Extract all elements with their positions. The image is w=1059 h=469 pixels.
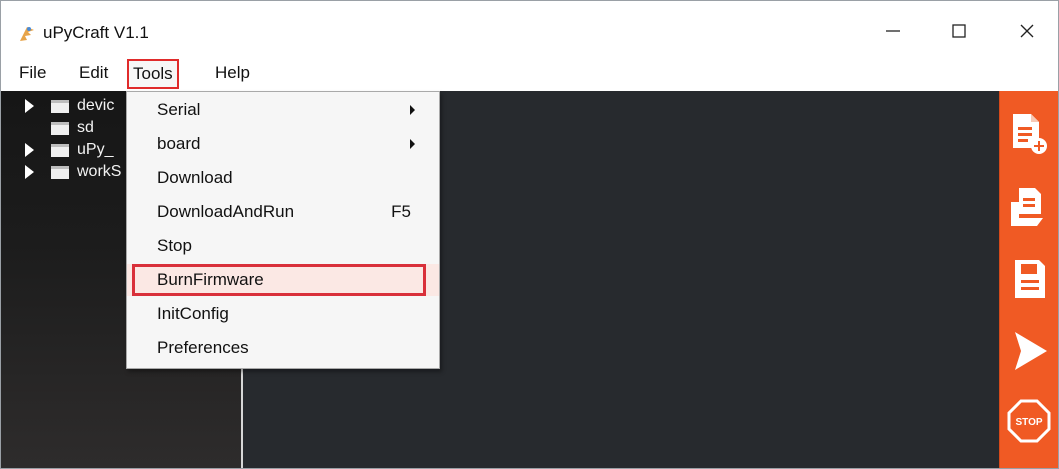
shortcut-label: F5 xyxy=(391,202,411,221)
open-file-button[interactable] xyxy=(1002,179,1056,235)
menu-edit[interactable]: Edit xyxy=(75,61,112,85)
expand-arrow-icon[interactable] xyxy=(25,143,34,157)
save-icon xyxy=(1015,260,1045,298)
menu-file[interactable]: File xyxy=(15,61,50,85)
menu-item-burn-firmware[interactable]: BurnFirmware xyxy=(127,264,439,296)
close-icon xyxy=(1020,24,1034,38)
menu-item-label: BurnFirmware xyxy=(157,270,264,289)
menu-item-label: Stop xyxy=(157,236,192,255)
folder-icon xyxy=(51,144,69,157)
menu-tools[interactable]: Tools xyxy=(127,59,179,89)
menu-item-label: InitConfig xyxy=(157,304,229,323)
tools-dropdown-menu: Serial board Download DownloadAndRun F5 … xyxy=(126,91,440,369)
menu-item-label: Preferences xyxy=(157,338,249,357)
stop-button[interactable]: STOP xyxy=(1002,395,1056,451)
menu-item-stop[interactable]: Stop xyxy=(127,230,439,262)
folder-icon xyxy=(51,100,69,113)
menu-item-download[interactable]: Download xyxy=(127,162,439,194)
folder-icon xyxy=(51,166,69,179)
tree-item-label: uPy_ xyxy=(77,141,114,158)
menu-item-label: DownloadAndRun xyxy=(157,202,295,221)
menu-bar: File Edit Tools Help xyxy=(1,55,1058,91)
menu-item-label: Serial xyxy=(157,100,201,119)
upycraft-logo-icon xyxy=(20,27,34,41)
menu-help[interactable]: Help xyxy=(211,61,254,85)
expand-arrow-icon[interactable] xyxy=(25,165,34,179)
menu-item-init-config[interactable]: InitConfig xyxy=(127,298,439,330)
expand-arrow-icon[interactable] xyxy=(25,99,34,113)
menu-item-preferences[interactable]: Preferences xyxy=(127,332,439,364)
menu-item-label: Download xyxy=(157,168,233,187)
run-icon xyxy=(1015,332,1047,370)
save-button[interactable] xyxy=(1002,251,1056,307)
new-file-icon xyxy=(1013,114,1047,154)
submenu-arrow-icon xyxy=(410,105,415,115)
minimize-button[interactable] xyxy=(870,11,916,51)
maximize-button[interactable] xyxy=(936,11,982,51)
window-title: uPyCraft V1.1 xyxy=(43,23,149,42)
stop-label: STOP xyxy=(1015,417,1042,428)
tree-item-label: sd xyxy=(77,119,94,136)
menu-item-label: board xyxy=(157,134,201,153)
menu-item-download-and-run[interactable]: DownloadAndRun F5 xyxy=(127,196,439,228)
tree-item-label: workS xyxy=(77,163,122,180)
close-button[interactable] xyxy=(1004,11,1050,51)
app-window: uPyCraft V1.1 File Edit Tools Help devic… xyxy=(0,0,1059,469)
side-toolbar: STOP xyxy=(999,91,1058,468)
maximize-icon xyxy=(952,24,966,38)
submenu-arrow-icon xyxy=(410,139,415,149)
open-folder-icon xyxy=(1011,188,1043,226)
stop-icon: STOP xyxy=(1007,399,1051,443)
folder-icon xyxy=(51,122,69,135)
tree-item-label: devic xyxy=(77,97,115,114)
menu-item-serial[interactable]: Serial xyxy=(127,94,439,126)
new-file-button[interactable] xyxy=(1002,107,1056,163)
menu-item-board[interactable]: board xyxy=(127,128,439,160)
title-bar: uPyCraft V1.1 xyxy=(1,1,1058,55)
minimize-icon xyxy=(886,30,900,32)
run-button[interactable] xyxy=(1002,323,1056,379)
